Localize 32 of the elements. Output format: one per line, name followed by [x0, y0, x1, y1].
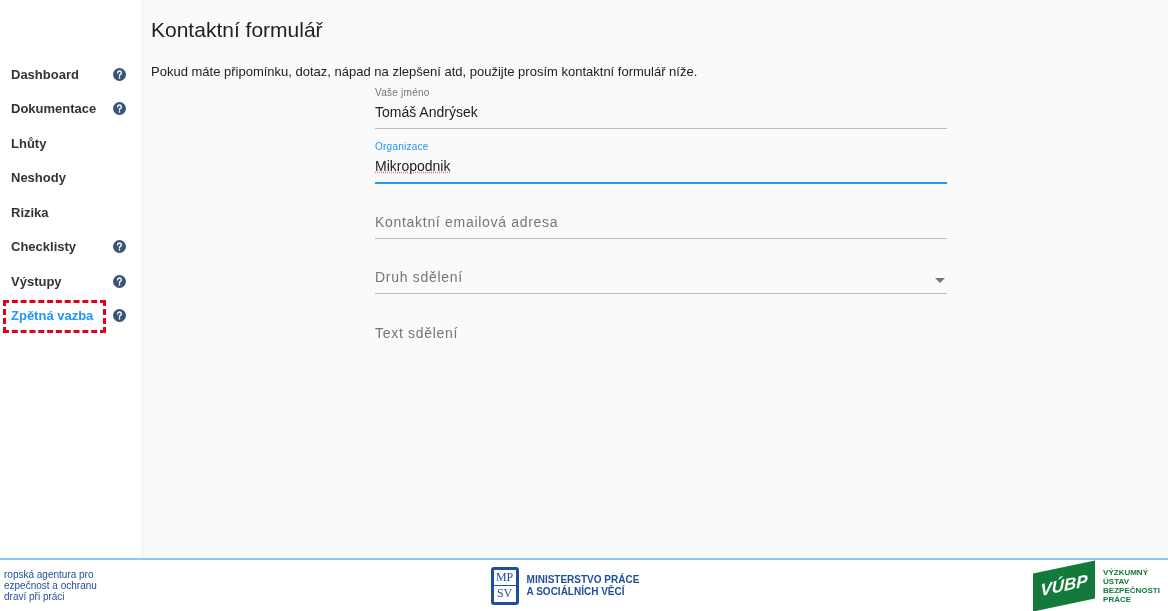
help-icon[interactable]	[113, 240, 126, 254]
sidebar-item[interactable]: Rizika	[11, 202, 49, 222]
sidebar-item[interactable]: Lhůty	[11, 133, 47, 153]
select-field[interactable]: Druh sdělení	[375, 246, 947, 294]
field-value: Mikropodnik	[375, 157, 451, 176]
input-field[interactable]: Kontaktní emailová adresa	[375, 191, 947, 239]
sidebar-item[interactable]: Výstupy	[11, 271, 62, 291]
ministry-name: MINISTERSTVO PRÁCE A SOCIÁLNÍCH VĚCÍ	[526, 573, 640, 598]
intro-text: Pokud máte připomínku, dotaz, nápad na zlepšení atd, použijte prosím kontaktní formulář níže.	[151, 62, 698, 81]
help-icon[interactable]	[113, 309, 126, 323]
field-label: Vaše jméno	[375, 86, 431, 100]
dropdown-caret-icon	[935, 278, 945, 283]
field-value: Tomáš Andrýsek	[375, 103, 478, 122]
textarea-field[interactable]: Text sdělení	[375, 301, 947, 349]
sidebar-item[interactable]: Neshody	[11, 168, 66, 188]
mpsv-logo: MP SV	[490, 566, 519, 605]
field-label: Organizace	[375, 140, 430, 154]
help-icon[interactable]	[113, 67, 126, 81]
field-placeholder: Kontaktní emailová adresa	[375, 213, 559, 232]
sidebar-item[interactable]: Checklisty	[11, 237, 77, 257]
sidebar-item[interactable]: Dashboard	[11, 64, 79, 84]
field-placeholder: Text sdělení	[375, 324, 459, 343]
input-field[interactable]: Organizace Mikropodnik	[375, 136, 947, 184]
sidebar-item[interactable]: Dokumentace	[11, 99, 97, 119]
agency-logo-text: ropská agentura pro ezpečnost a ochranu draví při práci	[4, 569, 97, 602]
input-field[interactable]: Vaše jméno Tomáš Andrýsek	[375, 81, 947, 129]
institute-name: VÝZKUMNÝ ÚSTAV BEZPEČNOSTI PRÁCE	[1103, 567, 1160, 604]
help-icon[interactable]	[113, 102, 126, 116]
page-title: Kontaktní formulář	[151, 17, 324, 43]
field-placeholder: Druh sdělení	[375, 268, 463, 287]
help-icon[interactable]	[113, 274, 126, 288]
vubp-logo: VÚBP	[1033, 559, 1096, 611]
